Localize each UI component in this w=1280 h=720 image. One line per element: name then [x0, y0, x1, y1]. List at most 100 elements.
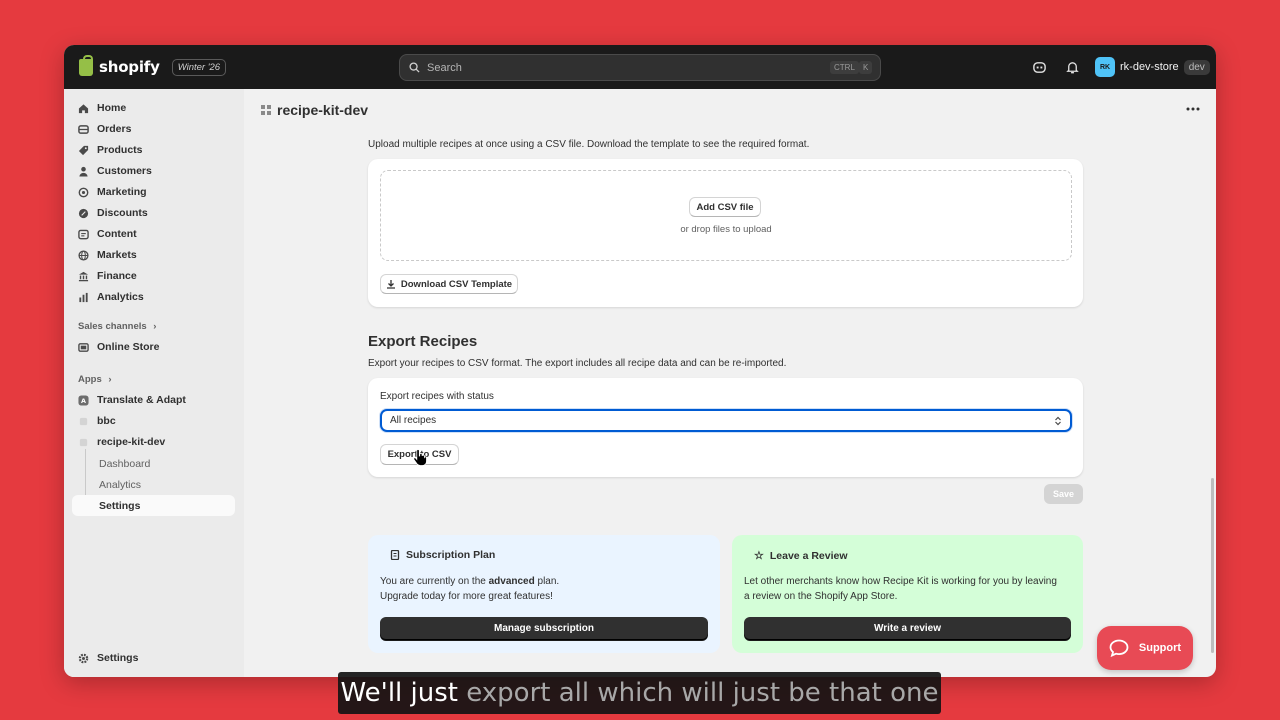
video-caption: We'll just export all which will just be… — [338, 672, 941, 714]
chart-icon — [79, 292, 88, 302]
sidebar-item-finance[interactable]: Finance — [78, 267, 137, 285]
section-label: Apps — [78, 374, 102, 385]
apps-header[interactable]: Apps › — [78, 374, 112, 385]
sidebar-item-products[interactable]: Products — [78, 141, 143, 159]
download-template-label: Download CSV Template — [400, 278, 513, 290]
sidebar-item-label: Orders — [97, 123, 132, 135]
sidebar-item-content[interactable]: Content — [78, 225, 137, 243]
sidebar-item-home[interactable]: Home — [78, 99, 126, 117]
store-env-badge: dev — [1183, 59, 1210, 75]
sidebar-item-settings[interactable]: Settings — [78, 649, 138, 667]
sidekick-icon[interactable] — [1032, 60, 1047, 75]
page-header: recipe-kit-dev — [261, 102, 368, 118]
sidebar-item-label: Home — [97, 102, 127, 114]
import-description: Upload multiple recipes at once using a … — [368, 139, 810, 150]
bell-icon[interactable] — [1065, 60, 1080, 75]
shopify-bag-icon — [79, 54, 93, 76]
orders-icon — [78, 124, 89, 134]
sidebar-item-orders[interactable]: Orders — [78, 120, 131, 138]
scroll-thumb[interactable] — [1211, 478, 1214, 653]
download-icon — [386, 280, 395, 289]
sidebar-item-bbc[interactable]: bbc — [78, 412, 116, 430]
shortcut-ctrl: CTRL — [830, 61, 859, 74]
search-icon — [409, 62, 420, 73]
scrollbar[interactable] — [1211, 133, 1215, 677]
brand-name: shopify — [99, 58, 160, 76]
sidebar-item-discounts[interactable]: Discounts — [78, 204, 148, 222]
caption-upcoming: export all which will just be that one — [466, 678, 939, 708]
write-review-button[interactable]: Write a review — [744, 617, 1071, 640]
home-icon — [78, 103, 89, 113]
subscription-text-suffix: plan. — [534, 576, 560, 587]
sidebar-item-label: Content — [97, 228, 137, 240]
drop-hint: or drop files to upload — [680, 224, 772, 235]
export-heading: Export Recipes — [368, 333, 478, 350]
download-template-button[interactable]: Download CSV Template — [380, 274, 518, 294]
app-placeholder-icon — [79, 417, 88, 425]
review-text: Let other merchants know how Recipe Kit … — [744, 576, 1057, 602]
app-placeholder-icon — [79, 438, 88, 446]
save-button[interactable]: Save — [1044, 484, 1083, 504]
page-title: recipe-kit-dev — [277, 102, 369, 118]
sidebar-item-label: Settings — [97, 652, 139, 664]
support-button[interactable]: Support — [1097, 626, 1193, 670]
svg-text:A: A — [81, 397, 86, 405]
section-label: Sales channels — [78, 321, 147, 332]
select-chevron-icon — [1055, 416, 1061, 426]
gear-icon — [78, 653, 89, 663]
sidebar-item-translate[interactable]: A Translate & Adapt — [78, 391, 186, 409]
more-horizontal-icon[interactable] — [1186, 107, 1200, 111]
sidebar-item-label: Translate & Adapt — [97, 394, 186, 406]
sidebar-subitem-settings[interactable]: Settings — [99, 500, 140, 512]
subscription-text-line2: Upgrade today for more great features! — [380, 591, 553, 602]
sidebar-item-online-store[interactable]: Online Store — [78, 338, 159, 356]
app-grid-icon — [261, 105, 271, 115]
store-switcher[interactable]: RK rk-dev-store dev — [1095, 57, 1210, 77]
store-avatar: RK — [1095, 57, 1115, 77]
sales-channels-header[interactable]: Sales channels › — [78, 321, 156, 332]
chevron-right-icon: › — [108, 374, 112, 385]
sidebar-item-label: Finance — [97, 270, 137, 282]
search-placeholder: Search — [427, 61, 462, 74]
subscription-text: You are currently on the advanced plan. … — [380, 574, 559, 604]
target-icon — [78, 187, 89, 197]
sidebar-item-customers[interactable]: Customers — [78, 162, 152, 180]
sidebar-item-label: bbc — [97, 415, 116, 427]
sidebar-item-label: Customers — [97, 165, 152, 177]
support-label: Support — [1138, 642, 1182, 654]
subscription-title: Subscription Plan — [390, 549, 495, 561]
top-bar: shopify Winter '26 Search CTRL K RK rk-d… — [64, 45, 1216, 89]
sidebar-subitem-dashboard[interactable]: Dashboard — [99, 458, 150, 470]
chevron-right-icon: › — [153, 321, 157, 332]
sidebar-item-label: recipe-kit-dev — [97, 436, 166, 448]
export-status-select[interactable]: All recipes — [380, 409, 1072, 432]
shopify-logo[interactable]: shopify Winter '26 — [79, 54, 227, 76]
plan-name: advanced — [488, 576, 535, 587]
storefront-icon — [78, 342, 89, 352]
add-csv-file-button[interactable]: Add CSV file — [689, 197, 761, 217]
sidebar-item-recipe-kit-dev[interactable]: recipe-kit-dev — [78, 433, 165, 451]
manage-subscription-button[interactable]: Manage subscription — [380, 617, 708, 640]
discount-icon — [78, 208, 89, 218]
content-icon — [78, 229, 89, 239]
sidebar-item-analytics[interactable]: Analytics — [78, 288, 144, 306]
sidebar-item-markets[interactable]: Markets — [78, 246, 137, 264]
active-highlight — [72, 495, 235, 516]
store-name: rk-dev-store — [1120, 61, 1179, 73]
tag-icon — [78, 145, 89, 155]
translate-app-icon: A — [78, 394, 89, 406]
sidebar-item-label: Analytics — [97, 291, 144, 303]
star-icon: ☆ — [754, 550, 764, 562]
sidebar-item-label: Marketing — [97, 186, 147, 198]
sidebar-item-label: Online Store — [97, 341, 160, 353]
admin-window: shopify Winter '26 Search CTRL K RK rk-d… — [64, 45, 1216, 677]
subscription-title-text: Subscription Plan — [406, 549, 496, 561]
sidebar-item-label: Discounts — [97, 207, 148, 219]
search-input[interactable]: Search CTRL K — [399, 54, 881, 81]
bank-icon — [78, 271, 89, 281]
sidebar-subitem-analytics[interactable]: Analytics — [99, 479, 141, 491]
subscription-text-prefix: You are currently on the — [380, 576, 489, 587]
sidebar-item-label: Products — [97, 144, 143, 156]
caption-spoken: We'll just — [340, 678, 458, 708]
sidebar-item-marketing[interactable]: Marketing — [78, 183, 147, 201]
